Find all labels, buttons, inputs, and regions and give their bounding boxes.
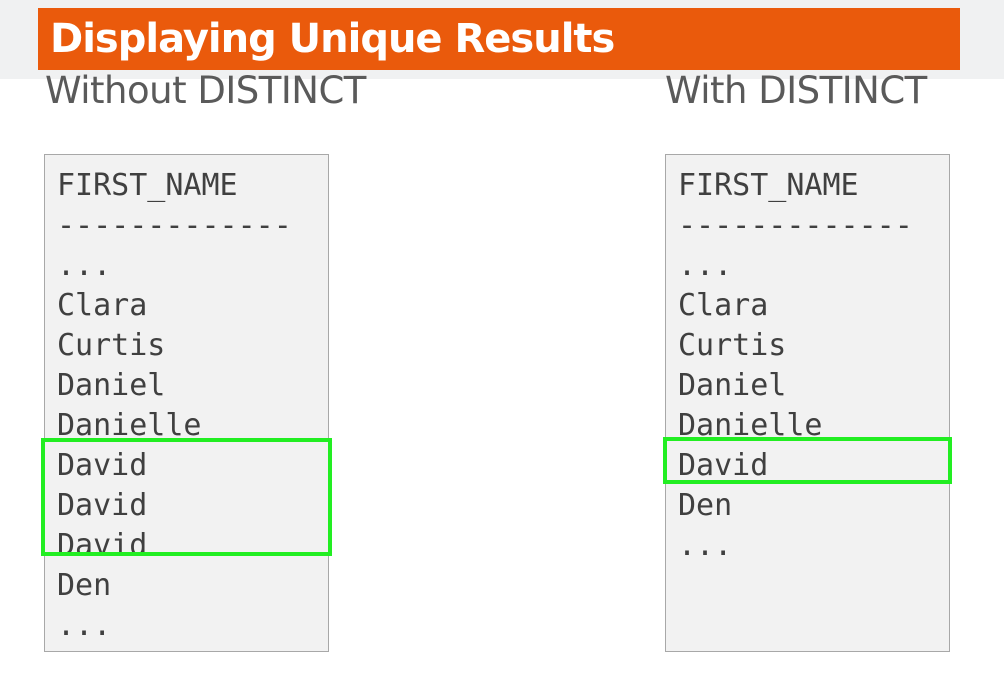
result-box-without-distinct: FIRST_NAME ------------- ... Clara Curti… xyxy=(44,154,329,652)
result-row: Curtis xyxy=(678,328,787,363)
result-row: Curtis xyxy=(57,328,166,363)
column-header: FIRST_NAME xyxy=(678,168,859,203)
result-row: Clara xyxy=(57,288,148,323)
result-row: ... xyxy=(57,248,112,283)
column-header: FIRST_NAME xyxy=(57,168,238,203)
result-list: FIRST_NAME ------------- ... Clara Curti… xyxy=(678,166,913,566)
result-row: ... xyxy=(57,608,112,643)
result-row: Den xyxy=(57,568,112,603)
unique-row-highlight xyxy=(663,437,952,484)
slide-title: Displaying Unique Results xyxy=(50,16,615,62)
result-list: FIRST_NAME ------------- ... Clara Curti… xyxy=(57,166,292,646)
separator-line: ------------- xyxy=(678,208,913,243)
result-row: Daniel xyxy=(678,368,787,403)
result-box-with-distinct: FIRST_NAME ------------- ... Clara Curti… xyxy=(665,154,950,652)
result-row: ... xyxy=(678,248,733,283)
result-row: Den xyxy=(678,488,733,523)
result-row: Daniel xyxy=(57,368,166,403)
title-bar: Displaying Unique Results xyxy=(38,8,960,70)
result-row: Clara xyxy=(678,288,769,323)
duplicate-rows-highlight xyxy=(41,438,332,556)
separator-line: ------------- xyxy=(57,208,292,243)
result-row: ... xyxy=(678,528,733,563)
heading-without-distinct: Without DISTINCT xyxy=(45,69,366,112)
heading-with-distinct: With DISTINCT xyxy=(665,69,927,112)
